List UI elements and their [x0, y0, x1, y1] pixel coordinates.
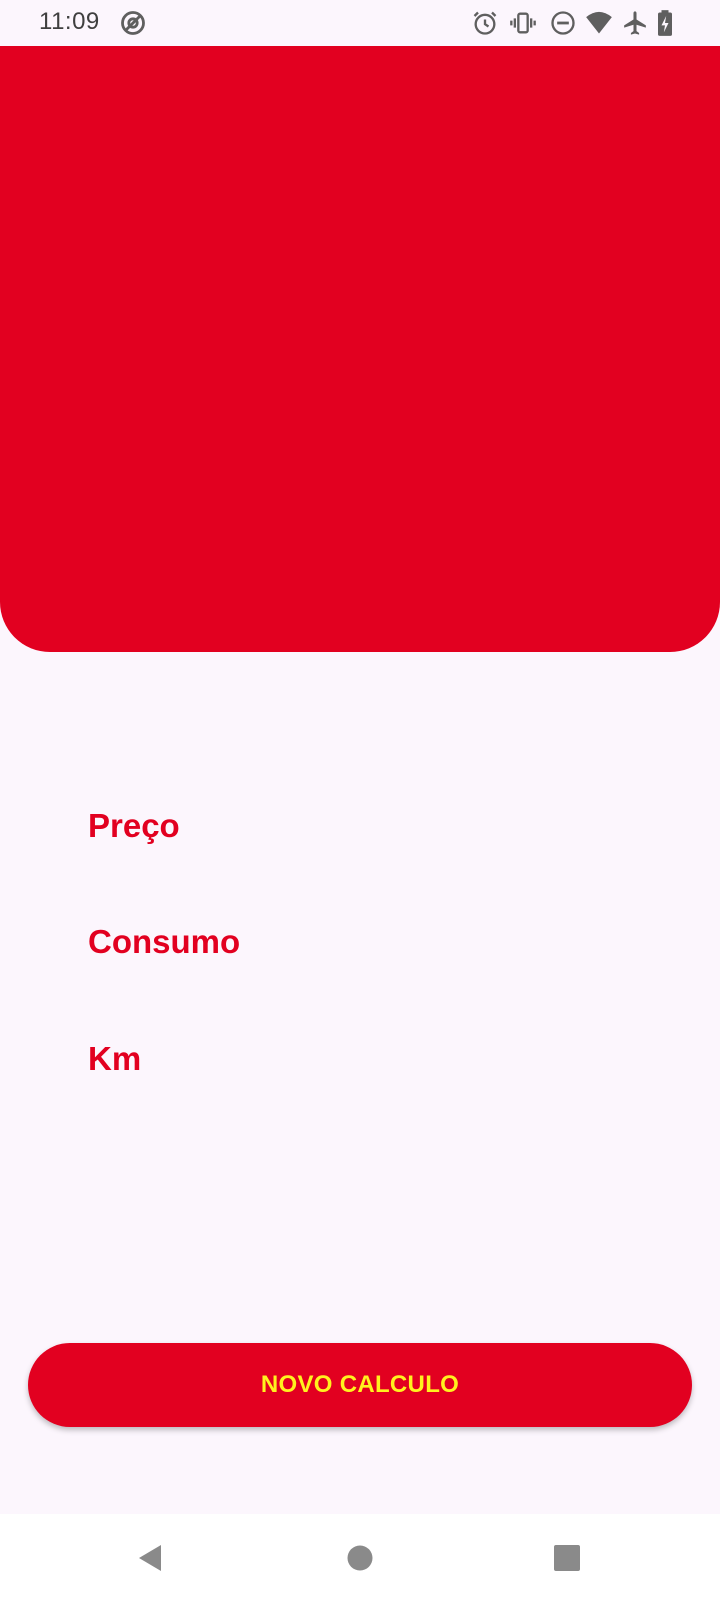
navigation-bar	[0, 1514, 720, 1600]
header-banner	[0, 46, 720, 652]
airplane-icon	[621, 9, 649, 37]
at-sign-icon	[119, 9, 147, 37]
vibrate-icon	[509, 9, 537, 37]
do-not-disturb-icon	[549, 9, 577, 37]
consumption-label: Consumo	[88, 923, 241, 960]
wifi-icon	[585, 9, 613, 37]
km-label: Km	[88, 1040, 142, 1077]
home-icon[interactable]	[340, 1538, 380, 1578]
status-time: 11:09	[39, 8, 100, 35]
battery-charging-icon	[651, 9, 679, 37]
alarm-icon	[471, 9, 499, 37]
recents-icon[interactable]	[547, 1538, 587, 1578]
back-icon[interactable]	[131, 1538, 171, 1578]
status-bar: 11:09	[0, 0, 720, 46]
new-calculation-button[interactable]: NOVO CALCULO	[28, 1343, 692, 1427]
price-label: Preço	[88, 807, 180, 844]
